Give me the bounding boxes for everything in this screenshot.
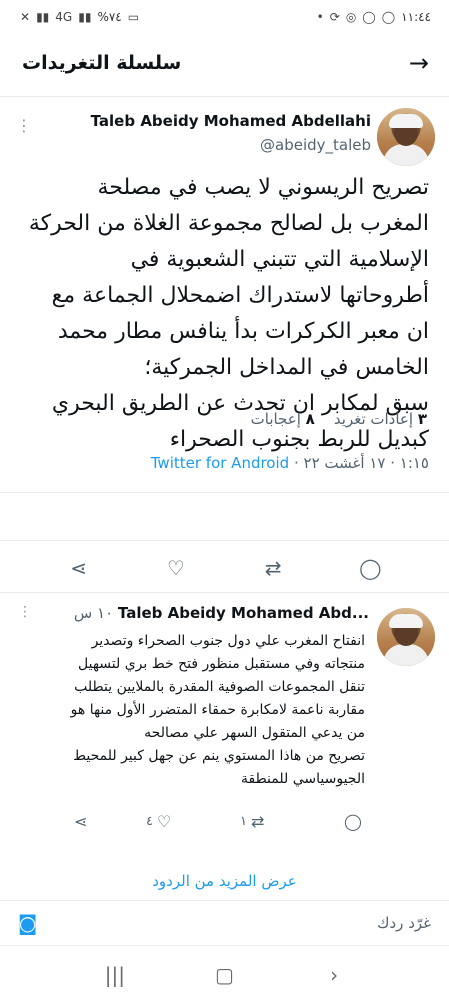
reply-line: منتجاته وفي مستقبل منظور فتح خط بري لتسه… [78,656,365,672]
header-divider [0,96,449,97]
reply-avatar[interactable] [377,608,435,666]
reply-more-options-icon[interactable]: ⋮ [18,604,32,620]
back-icon[interactable]: › [314,963,354,987]
avatar-turban [389,614,423,628]
more-options-icon[interactable]: ⋮ [16,116,32,135]
likes-label[interactable]: إعجابات [251,410,301,428]
dot-icon: • [316,10,324,24]
status-right: • ⟳ ◎ ◯ ◯ ١١:٤٤ [317,10,431,24]
mute-icon: ✕ [20,10,31,24]
messenger-icon: ◎ [345,10,357,24]
back-arrow-icon[interactable]: → [399,49,429,77]
reply-like-icon: ♡ [156,812,172,831]
author-block[interactable]: Taleb Abeidy Mohamed Abdellahi @abeidy_t… [91,112,371,154]
avatar[interactable] [377,108,435,166]
page-title: سلسلة التغريدات [22,52,182,74]
reply-header: ١٠ س Taleb Abeidy Mohamed Abd... [68,604,369,622]
reply-composer[interactable]: ◙ غرّد ردك [0,900,449,946]
sync-icon: ⟳ [329,10,340,24]
stats-divider [0,540,449,541]
reply-line: تصريح من هاذا المستوي ينم عن جهل كبير لل… [73,748,365,764]
actions-divider [0,592,449,593]
status-left: ✕ ▮▮ 4G ▮▮ %٧٤ ▭ [20,10,139,24]
share-icon[interactable]: ⋖ [59,556,99,580]
likes-count[interactable]: ٨ [306,410,315,428]
tweet-actions: ⋖ ♡ ⇄ ◯ [0,556,449,580]
reply-text: انفتاح المغرب علي دول جنوب الصحراء وتصدي… [21,630,365,791]
reply-retweet-icon: ⇄ [250,812,265,831]
reply-share-icon[interactable]: ⋖ [74,812,87,831]
battery-level: %٧٤ [97,10,122,24]
reply-author-name[interactable]: Taleb Abeidy Mohamed Abd... [118,604,369,622]
battery-icon: ▭ [127,10,140,24]
tweet-line: الخامس في المداخل الجمركية؛ [144,355,429,380]
tweet-line: الإسلامية التي تتبني الشعبوية في [130,247,429,272]
reply-line: من يدعي المتقول السهر علي مصالحه [144,725,365,741]
camera-icon[interactable]: ◙ [18,911,37,935]
signal-icon: ▮▮ [36,10,50,24]
tweet-line: ان معبر الكركرات بدأ ينافس مطار محمد [57,319,429,344]
tweet-date: ١٧ أغشت ٢٢ [303,454,386,472]
author-name[interactable]: Taleb Abeidy Mohamed Abdellahi [91,112,371,130]
reply-retweet-count: ١ [240,814,247,829]
show-more-replies-link[interactable]: عرض المزيد من الردود [0,872,449,890]
reply-time: ١٠ س [73,604,114,622]
reply-icon[interactable]: ◯ [350,556,390,580]
reply-reply-icon[interactable]: ◯ [344,812,362,831]
retweets-count[interactable]: ٣ [418,410,427,428]
meta-separator: · [385,454,395,472]
tweet-line: أطروحاتها لاستدراك اضمحلال الجماعة مع [51,283,429,308]
reply-line: تنقل المجموعات الصوفية المقدرة بالملايين… [74,679,365,695]
tweet-source-link[interactable]: Twitter for Android [151,454,289,472]
tweet-stats: ٣ إعادات تغريد ٨ إعجابات [251,410,427,428]
reply-retweet-button[interactable]: ١ ⇄ [240,812,264,831]
meta-separator: · [289,454,299,472]
like-icon[interactable]: ♡ [156,556,196,580]
reply-input[interactable]: غرّد ردك [377,914,431,932]
retweets-label[interactable]: إعادات تغريد [334,410,413,428]
tweet-line: تصريح الريسوني لا يصب في مصلحة [97,175,429,200]
header: سلسلة التغريدات → [0,38,449,88]
recents-icon[interactable]: ||| [95,963,135,987]
avatar-turban [389,114,423,128]
status-time: ١١:٤٤ [401,10,431,24]
reply-like-button[interactable]: ٤ ♡ [146,812,171,831]
reply-line: الجيوسياسي للمنطقة [240,771,365,787]
reply-line: انفتاح المغرب علي دول جنوب الصحراء وتصدي… [91,633,365,649]
tweet-line: المغرب بل لصالح مجموعة الغلاة من الحركة [28,211,429,236]
home-icon[interactable]: ▢ [204,963,244,987]
signal-icon-2: ▮▮ [78,10,92,24]
system-nav-bar: ||| ▢ › [0,950,449,999]
tweet-time: ١:١٥ [399,454,429,472]
reply-like-count: ٤ [146,814,153,829]
reply-line: مقاربة ناعمة لامكابرة حمقاء المتضرر الأو… [70,702,365,718]
meta-divider [0,492,449,493]
whatsapp-icon: ◯ [362,10,376,24]
status-bar: ✕ ▮▮ 4G ▮▮ %٧٤ ▭ • ⟳ ◎ ◯ ◯ ١١:٤٤ [0,0,449,34]
network-label: 4G [55,10,73,24]
tweet-meta: ١:١٥ · ١٧ أغشت ٢٢ · Twitter for Android [151,454,429,472]
retweet-icon[interactable]: ⇄ [253,556,293,580]
author-handle[interactable]: @abeidy_taleb [91,136,371,154]
whatsapp-icon-2: ◯ [381,10,396,24]
